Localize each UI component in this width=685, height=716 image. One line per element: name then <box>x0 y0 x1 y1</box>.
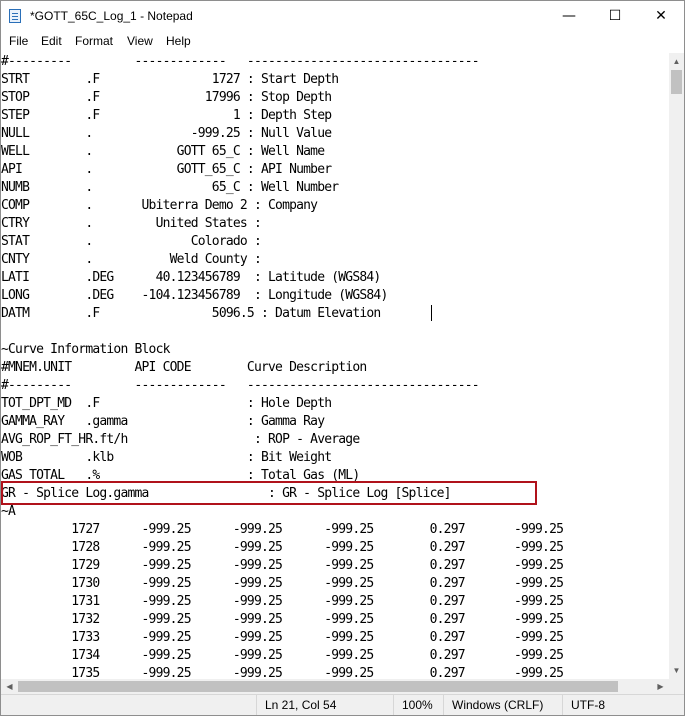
editor-line: DATM .F 5096.5 : Datum Elevation <box>1 306 381 321</box>
editor-line: GAMMA_RAY .gamma : Gamma Ray <box>1 414 325 429</box>
editor-line: COMP . Ubiterra Demo 2 : Company <box>1 198 318 213</box>
horizontal-scroll-thumb[interactable] <box>18 681 618 692</box>
text-caret <box>431 305 432 321</box>
horizontal-scrollbar[interactable]: ◀ ▶ <box>1 679 669 694</box>
editor-line: API . GOTT_65_C : API Number <box>1 162 332 177</box>
text-editor[interactable]: #--------- ------------- ---------------… <box>1 53 669 679</box>
highlight-annotation-box <box>1 481 537 505</box>
editor-line: TOT_DPT_MD .F : Hole Depth <box>1 396 332 411</box>
vertical-scrollbar[interactable]: ▲ ▼ <box>669 53 684 679</box>
editor-line: LATI .DEG 40.123456789 : Latitude (WGS84… <box>1 270 381 285</box>
close-button[interactable]: ✕ <box>638 1 684 32</box>
vertical-scroll-thumb[interactable] <box>671 70 682 94</box>
editor-line: NUMB . 65_C : Well Number <box>1 180 339 195</box>
editor-line: 1728 -999.25 -999.25 -999.25 0.297 -999.… <box>1 540 564 555</box>
minimize-button[interactable]: — <box>546 1 592 32</box>
editor-line: CTRY . United States : <box>1 216 262 231</box>
maximize-button[interactable]: ☐ <box>592 1 638 32</box>
editor-line: STOP .F 17996 : Stop Depth <box>1 90 332 105</box>
menu-edit[interactable]: Edit <box>41 34 62 48</box>
editor-line: 1730 -999.25 -999.25 -999.25 0.297 -999.… <box>1 576 564 591</box>
editor-line: 1731 -999.25 -999.25 -999.25 0.297 -999.… <box>1 594 564 609</box>
scroll-right-arrow-icon[interactable]: ▶ <box>652 679 669 694</box>
editor-line: STRT .F 1727 : Start Depth <box>1 72 339 87</box>
editor-line: 1729 -999.25 -999.25 -999.25 0.297 -999.… <box>1 558 564 573</box>
editor-line: WELL . GOTT 65_C : Well Name <box>1 144 325 159</box>
scrollbar-corner <box>669 679 684 694</box>
editor-line: WOB .klb : Bit Weight <box>1 450 332 465</box>
editor-line: 1732 -999.25 -999.25 -999.25 0.297 -999.… <box>1 612 564 627</box>
editor-line: CNTY . Weld County : <box>1 252 262 267</box>
menu-format[interactable]: Format <box>75 34 113 48</box>
menu-file[interactable]: File <box>9 34 28 48</box>
menu-view[interactable]: View <box>127 34 153 48</box>
editor-line: STEP .F 1 : Depth Step <box>1 108 332 123</box>
editor-line: NULL . -999.25 : Null Value <box>1 126 332 141</box>
notepad-icon <box>9 9 21 23</box>
editor-line: #MNEM.UNIT API CODE Curve Description <box>1 360 367 375</box>
status-cursor-position: Ln 21, Col 54 <box>256 695 391 715</box>
editor-line: ~A <box>1 504 16 519</box>
title-bar[interactable]: *GOTT_65C_Log_1 - Notepad — ☐ ✕ <box>1 1 684 32</box>
status-encoding: UTF-8 <box>562 695 682 715</box>
editor-line: AVG_ROP_FT_HR.ft/h : ROP - Average <box>1 432 360 447</box>
status-bar: Ln 21, Col 54 100% Windows (CRLF) UTF-8 <box>1 694 684 715</box>
editor-line: STAT . Colorado : <box>1 234 262 249</box>
notepad-window: *GOTT_65C_Log_1 - Notepad — ☐ ✕ File Edi… <box>0 0 685 716</box>
scroll-down-arrow-icon[interactable]: ▼ <box>669 662 684 679</box>
editor-line: 1734 -999.25 -999.25 -999.25 0.297 -999.… <box>1 648 564 663</box>
menu-bar: File Edit Format View Help <box>1 32 684 52</box>
menu-help[interactable]: Help <box>166 34 191 48</box>
scroll-left-arrow-icon[interactable]: ◀ <box>1 679 18 694</box>
editor-line: ~Curve Information Block <box>1 342 170 357</box>
window-title: *GOTT_65C_Log_1 - Notepad <box>30 9 193 23</box>
editor-line: LONG .DEG -104.123456789 : Longitude (WG… <box>1 288 388 303</box>
editor-line: 1733 -999.25 -999.25 -999.25 0.297 -999.… <box>1 630 564 645</box>
editor-line: #--------- ------------- ---------------… <box>1 378 480 393</box>
editor-line: 1735 -999.25 -999.25 -999.25 0.297 -999.… <box>1 666 564 679</box>
status-line-ending: Windows (CRLF) <box>443 695 561 715</box>
scroll-up-arrow-icon[interactable]: ▲ <box>669 53 684 70</box>
status-zoom: 100% <box>393 695 442 715</box>
editor-line: 1727 -999.25 -999.25 -999.25 0.297 -999.… <box>1 522 564 537</box>
editor-line: #--------- ------------- ---------------… <box>1 54 480 69</box>
